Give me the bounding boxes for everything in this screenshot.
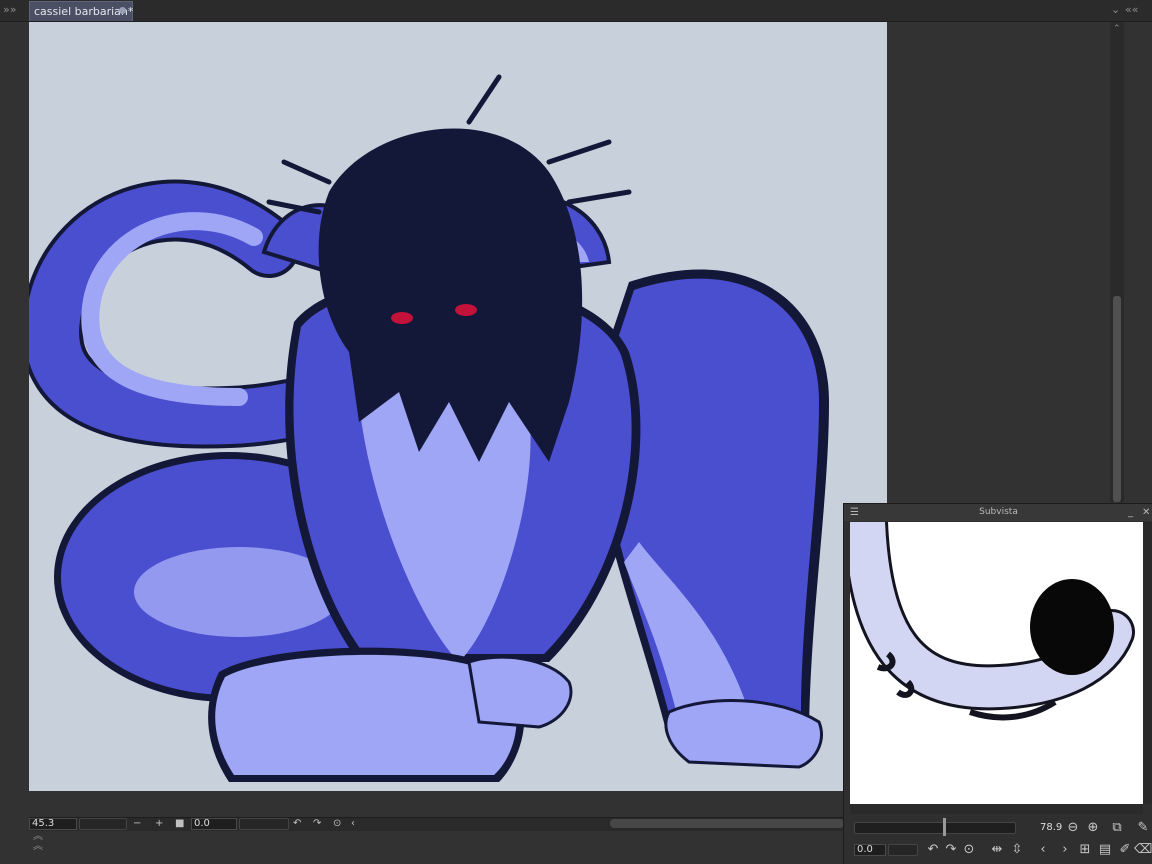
next-image-icon[interactable]: › xyxy=(1056,842,1074,858)
subvista-rotation-field[interactable]: 0.0 xyxy=(854,844,886,856)
subvista-zoom-slider[interactable] xyxy=(854,822,1016,834)
subvista-vertical-scrollbar[interactable] xyxy=(1143,522,1152,804)
zoom-in-icon[interactable]: + xyxy=(155,818,163,830)
flip-vertical-icon[interactable]: ⇳ xyxy=(1008,842,1026,858)
collapse-left-icon[interactable]: »» xyxy=(3,3,16,17)
panel-menu-icon[interactable]: ☰ xyxy=(850,504,859,521)
rotation-field[interactable]: 0.0 xyxy=(191,818,237,830)
document-tab[interactable]: cassiel barbarian* xyxy=(29,1,133,21)
subvista-rotation-slider[interactable] xyxy=(888,844,918,856)
minimize-icon[interactable]: _ xyxy=(1128,504,1133,521)
drawing-canvas[interactable] xyxy=(29,22,887,791)
reference-image xyxy=(850,522,1135,721)
rotate-right-icon[interactable]: ↷ xyxy=(313,818,321,830)
navigator-icon[interactable]: ⧉ xyxy=(1108,820,1126,836)
zoom-out-icon[interactable]: − xyxy=(133,818,141,830)
subvista-title-bar: ☰ Subvista _ ✕ xyxy=(844,504,1152,521)
expand-panel-icon[interactable]: ︽ ︽ xyxy=(33,832,43,852)
scroll-up-icon[interactable]: ⌃ xyxy=(1113,22,1121,36)
subvista-zoom-slider-thumb[interactable] xyxy=(943,818,947,836)
artwork-illustration xyxy=(29,74,829,782)
subvista-zoom-value: 78.9 xyxy=(1040,822,1063,833)
rotate-left-icon[interactable]: ↶ xyxy=(924,842,942,858)
rotate-right-icon[interactable]: ↷ xyxy=(942,842,960,858)
reset-rotation-icon[interactable]: ⊙ xyxy=(960,842,978,858)
flip-horizontal-icon[interactable]: ⇹ xyxy=(988,842,1006,858)
edit-icon[interactable]: ✐ xyxy=(1116,842,1134,858)
close-icon[interactable]: ✕ xyxy=(1142,504,1150,521)
subvista-preview[interactable] xyxy=(850,522,1143,804)
canvas-vertical-scroll-thumb[interactable] xyxy=(1113,296,1121,502)
subvista-panel: ☰ Subvista _ ✕ 78.9 ⊖ ⊕ ⧉ ✎ 0.0 ↶ ↷ ⊙ ⇹ … xyxy=(843,503,1152,864)
subvista-horizontal-scrollbar[interactable] xyxy=(850,804,1143,814)
subvista-title: Subvista xyxy=(979,507,1018,517)
document-tab-bar: »» cassiel barbarian* ⌄ «« xyxy=(0,0,1152,22)
eyedropper-icon[interactable]: ✎ xyxy=(1134,820,1152,836)
zoom-field[interactable]: 45.3 xyxy=(29,818,77,830)
subvista-zoom-in-icon[interactable]: ⊕ xyxy=(1084,820,1102,836)
collapse-right-icon[interactable]: «« xyxy=(1125,3,1138,17)
open-folder-icon[interactable]: ▤ xyxy=(1096,842,1114,858)
prev-image-icon[interactable]: ‹ xyxy=(1034,842,1052,858)
chevron-down-icon[interactable]: ⌄ xyxy=(1111,3,1120,17)
canvas-horizontal-scrollbar[interactable] xyxy=(610,819,844,828)
rotation-slider[interactable] xyxy=(239,818,289,830)
reset-rotation-icon[interactable]: ⊙ xyxy=(333,818,341,830)
grid-icon[interactable]: ⊞ xyxy=(1076,842,1094,858)
subvista-zoom-out-icon[interactable]: ⊖ xyxy=(1064,820,1082,836)
trash-icon[interactable]: ⌫ xyxy=(1134,842,1152,858)
collapse-status-icon[interactable]: ‹ xyxy=(351,818,355,830)
fit-icon[interactable]: ■ xyxy=(175,818,184,830)
rotate-left-icon[interactable]: ↶ xyxy=(293,818,301,830)
close-tab-icon[interactable] xyxy=(119,7,126,14)
zoom-slider[interactable] xyxy=(79,818,127,830)
